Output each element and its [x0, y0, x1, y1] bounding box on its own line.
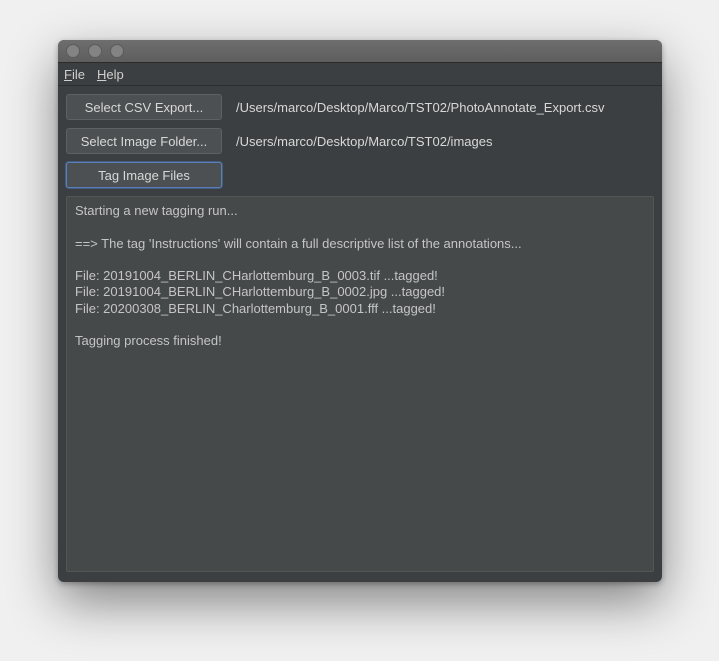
zoom-icon[interactable] — [110, 44, 124, 58]
minimize-icon[interactable] — [88, 44, 102, 58]
app-window: File Help Select CSV Export... /Users/ma… — [58, 40, 662, 582]
folder-row: Select Image Folder... /Users/marco/Desk… — [66, 128, 654, 154]
select-folder-button[interactable]: Select Image Folder... — [66, 128, 222, 154]
menu-file[interactable]: File — [64, 67, 85, 82]
menubar: File Help — [58, 63, 662, 86]
log-output[interactable]: Starting a new tagging run... ==> The ta… — [66, 196, 654, 572]
titlebar — [58, 40, 662, 63]
csv-path-label: /Users/marco/Desktop/Marco/TST02/PhotoAn… — [236, 100, 605, 115]
folder-path-label: /Users/marco/Desktop/Marco/TST02/images — [236, 134, 492, 149]
controls-area: Select CSV Export... /Users/marco/Deskto… — [58, 86, 662, 194]
select-csv-button[interactable]: Select CSV Export... — [66, 94, 222, 120]
csv-row: Select CSV Export... /Users/marco/Deskto… — [66, 94, 654, 120]
action-row: Tag Image Files — [66, 162, 654, 188]
close-icon[interactable] — [66, 44, 80, 58]
menu-help[interactable]: Help — [97, 67, 124, 82]
tag-files-button[interactable]: Tag Image Files — [66, 162, 222, 188]
